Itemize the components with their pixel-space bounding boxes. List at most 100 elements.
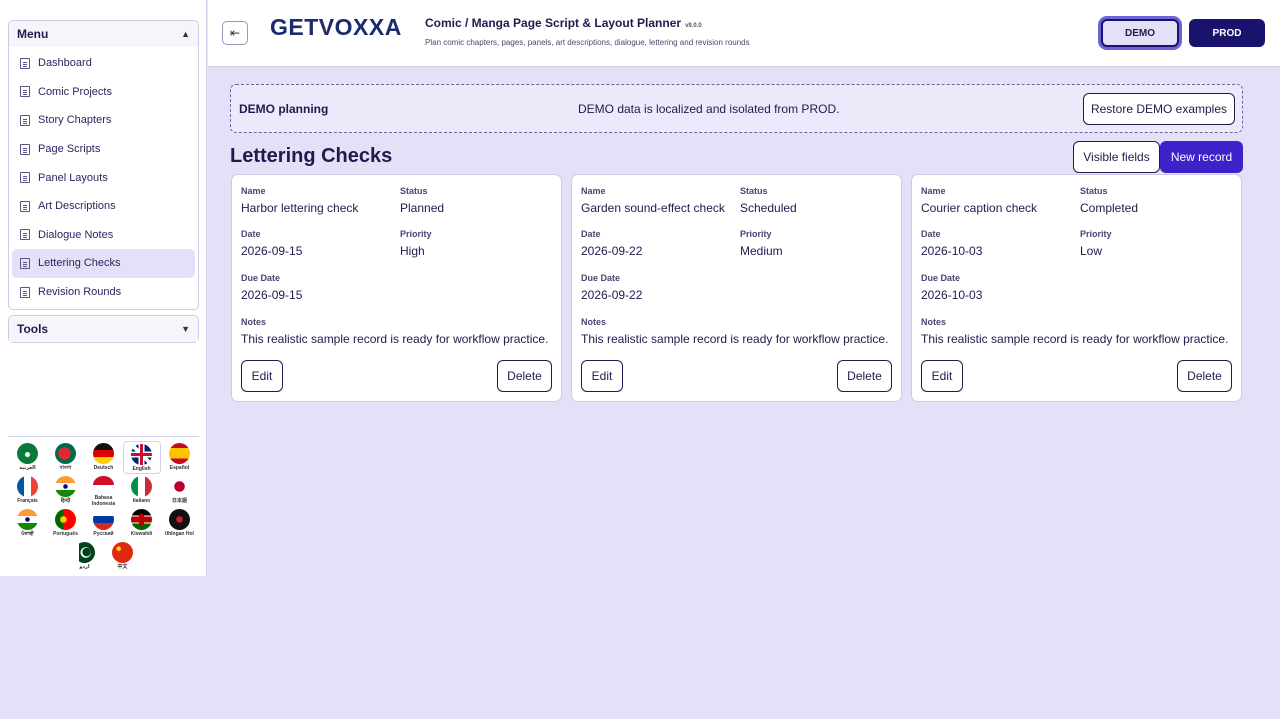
field-label: Notes <box>241 317 267 327</box>
field-value: Low <box>1080 244 1103 258</box>
language-option[interactable]: বাংলা <box>47 441 85 474</box>
sidebar-item-story-chapters[interactable]: Story Chapters <box>12 106 195 135</box>
sidebar-item-panel-layouts[interactable]: Panel Layouts <box>12 163 195 192</box>
language-option[interactable]: 日本語 <box>161 474 199 507</box>
logo-text-left: GET <box>270 14 319 40</box>
sidebar-item-revision-rounds[interactable]: Revision Rounds <box>12 278 195 307</box>
field-name: Name Garden sound-effect check <box>581 186 725 215</box>
app-title-text: Comic / Manga Page Script & Layout Plann… <box>425 16 682 30</box>
field-date: Date 2026-09-15 <box>241 229 302 258</box>
language-option[interactable]: Русский <box>85 507 123 540</box>
restore-demo-button[interactable]: Restore DEMO examples <box>1083 93 1235 125</box>
language-selector: العربية বাংলা Deutsch English Español Françai… <box>8 436 199 573</box>
sidebar-item-label: Story Chapters <box>38 114 112 127</box>
field-name: Name Courier caption check <box>921 186 1037 215</box>
caret-up-icon[interactable]: ▲ <box>181 29 190 39</box>
sidebar-item-label: Dashboard <box>38 57 92 70</box>
language-label: Français <box>17 498 38 504</box>
env-demo-button[interactable]: DEMO <box>1101 19 1179 47</box>
field-label: Name <box>581 186 606 196</box>
language-option[interactable]: 中文 <box>104 540 142 573</box>
language-option[interactable]: हिन्दी <box>47 474 85 507</box>
flag-icon <box>93 476 114 494</box>
app-subtitle: Plan comic chapters, pages, panels, art … <box>425 38 750 47</box>
record-card: Name Harbor lettering check Status Planned D… <box>231 174 562 402</box>
flag-icon <box>131 509 152 530</box>
language-label: Kiswahili <box>130 531 153 537</box>
field-label: Notes <box>921 317 947 327</box>
language-label: Русский <box>93 531 114 537</box>
field-label: Notes <box>581 317 607 327</box>
field-value: This realistic sample record is ready fo… <box>581 332 889 346</box>
field-label: Name <box>921 186 946 196</box>
field-value: Harbor lettering check <box>241 201 359 215</box>
flag-icon <box>112 542 133 563</box>
language-label: اردو <box>79 564 90 570</box>
field-label: Priority <box>740 229 772 239</box>
delete-button[interactable]: Delete <box>1177 360 1232 392</box>
banner-message: DEMO data is localized and isolated from… <box>578 102 840 116</box>
language-option[interactable]: Bahasa Indonesia <box>85 474 123 507</box>
sidebar-item-page-scripts[interactable]: Page Scripts <box>12 135 195 164</box>
sidebar-item-comic-projects[interactable]: Comic Projects <box>12 78 195 107</box>
field-priority: Priority High <box>400 229 432 258</box>
field-value: 2026-10-03 <box>921 288 983 302</box>
field-label: Due Date <box>921 273 961 283</box>
field-status: Status Scheduled <box>740 186 797 215</box>
sidebar-item-dialogue-notes[interactable]: Dialogue Notes <box>12 221 195 250</box>
caret-down-icon[interactable]: ▼ <box>181 324 190 334</box>
field-value: 2026-09-22 <box>581 244 643 258</box>
tools-title: Tools <box>17 322 49 336</box>
app-title: Comic / Manga Page Script & Layout Plann… <box>425 16 702 30</box>
language-label: English <box>132 466 151 472</box>
menu-header[interactable]: Menu ▲ <box>9 21 198 47</box>
sidebar-item-label: Page Scripts <box>38 143 101 156</box>
sidebar-item-label: Lettering Checks <box>38 257 121 270</box>
field-value: Garden sound-effect check <box>581 201 725 215</box>
language-option[interactable]: Français <box>9 474 47 507</box>
flag-icon <box>93 509 114 530</box>
field-value: Courier caption check <box>921 201 1038 215</box>
language-label: Español <box>169 465 190 471</box>
language-option[interactable]: Português <box>47 507 85 540</box>
language-option[interactable]: اردو <box>66 540 104 573</box>
env-prod-button[interactable]: PROD <box>1189 19 1265 47</box>
language-option[interactable]: ਪੰਜਾਬੀ <box>9 507 47 540</box>
menu-title: Menu <box>17 27 49 41</box>
field-value: Medium <box>740 244 783 258</box>
visible-fields-button[interactable]: Visible fields <box>1073 141 1160 173</box>
sidebar-item-lettering-checks[interactable]: Lettering Checks <box>12 249 195 278</box>
new-record-button[interactable]: New record <box>1160 141 1243 173</box>
field-label: Name <box>241 186 266 196</box>
language-option[interactable]: tlhIngan Hol <box>161 507 199 540</box>
field-due-date: Due Date 2026-09-15 <box>241 273 302 302</box>
flag-icon <box>169 476 190 497</box>
language-option[interactable]: Kiswahili <box>123 507 161 540</box>
document-icon <box>20 200 30 212</box>
demo-banner: DEMO planning DEMO data is localized and… <box>230 84 1243 133</box>
banner-title: DEMO planning <box>239 102 329 116</box>
edit-button[interactable]: Edit <box>921 360 963 392</box>
delete-button[interactable]: Delete <box>837 360 892 392</box>
language-option[interactable]: Español <box>161 441 199 474</box>
flag-icon <box>55 476 76 497</box>
sidebar-item-dashboard[interactable]: Dashboard <box>12 49 195 78</box>
tools-header[interactable]: Tools ▼ <box>9 316 198 342</box>
language-option[interactable]: Deutsch <box>85 441 123 474</box>
language-option[interactable]: English <box>122 441 161 474</box>
language-option[interactable]: Italiano <box>123 474 161 507</box>
language-label: tlhIngan Hol <box>165 531 194 537</box>
flag-icon <box>17 509 38 530</box>
field-value: This realistic sample record is ready fo… <box>241 332 549 346</box>
sidebar-item-art-descriptions[interactable]: Art Descriptions <box>12 192 195 221</box>
document-icon <box>20 114 30 126</box>
delete-button[interactable]: Delete <box>497 360 552 392</box>
edit-button[interactable]: Edit <box>581 360 623 392</box>
sidebar-toggle-button[interactable]: ⇤ <box>222 21 248 45</box>
field-value: This realistic sample record is ready fo… <box>921 332 1229 346</box>
field-notes: Notes This realistic sample record is rea… <box>921 317 1228 346</box>
language-option[interactable]: العربية <box>9 441 47 474</box>
logo-text-v: V <box>318 14 335 40</box>
field-value: 2026-10-03 <box>921 244 983 258</box>
edit-button[interactable]: Edit <box>241 360 283 392</box>
